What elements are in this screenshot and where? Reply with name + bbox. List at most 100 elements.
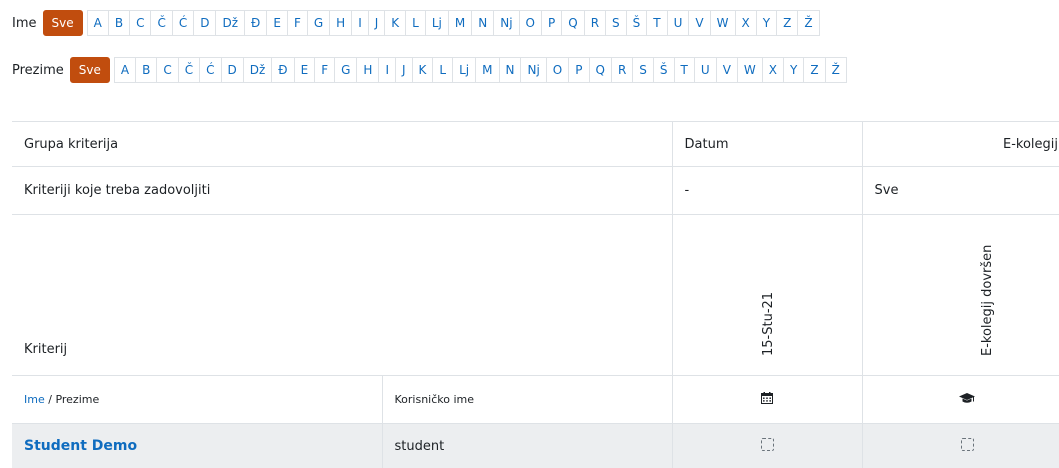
group-course-header: E-kolegij [862, 122, 1059, 167]
sort-first-name-link[interactable]: Ime [24, 393, 45, 406]
first-name-letter-button[interactable]: Y [757, 10, 777, 36]
last-name-letter-button[interactable]: Z [804, 57, 825, 83]
last-name-letter-button[interactable]: E [295, 57, 316, 83]
first-name-letter-group: Sve ABCČĆDDžĐEFGHIJKLLjMNNjOPQRSŠTUVWXYZ… [43, 10, 820, 36]
last-name-letter-button[interactable]: Ž [826, 57, 847, 83]
last-name-letter-button[interactable]: C [157, 57, 178, 83]
first-name-letter-button[interactable]: R [585, 10, 606, 36]
criterion-date-label: 15-Stu-21 [761, 292, 776, 356]
last-name-letter-button[interactable]: Lj [453, 57, 476, 83]
first-name-letter-button[interactable]: Ć [173, 10, 194, 36]
first-name-initials-bar: Ime Sve ABCČĆDDžĐEFGHIJKLLjMNNjOPQRSŠTUV… [12, 10, 820, 36]
first-name-letter-button[interactable]: U [668, 10, 690, 36]
first-name-letter-button[interactable]: T [647, 10, 667, 36]
first-name-letter-button[interactable]: P [542, 10, 562, 36]
username-column-header: Korisničko ime [382, 376, 672, 424]
criterion-date-cell: 15-Stu-21 [672, 215, 862, 376]
last-name-all-button[interactable]: Sve [70, 57, 110, 83]
required-criteria-label: Kriteriji koje treba zadovoljiti [12, 167, 672, 215]
criteria-group-label: Grupa kriterija [12, 122, 672, 167]
criterion-label: Kriterij [12, 215, 672, 376]
first-name-letter-button[interactable]: G [308, 10, 330, 36]
last-name-letter-button[interactable]: T [675, 57, 695, 83]
completion-table: Grupa kriterija Datum E-kolegij Kriterij… [12, 121, 1059, 468]
last-name-letter-button[interactable]: S [633, 57, 654, 83]
course-completion-checkbox-icon[interactable] [961, 438, 974, 451]
last-name-letter-button[interactable]: W [738, 57, 763, 83]
last-name-letter-button[interactable]: O [547, 57, 569, 83]
first-name-letter-button[interactable]: A [87, 10, 109, 36]
last-name-letter-button[interactable]: X [763, 57, 784, 83]
last-name-letter-button[interactable]: I [379, 57, 396, 83]
first-name-all-button[interactable]: Sve [43, 10, 83, 36]
last-name-letter-button[interactable]: Đ [272, 57, 294, 83]
first-name-letter-button[interactable]: Q [562, 10, 584, 36]
last-name-letter-button[interactable]: N [500, 57, 522, 83]
course-criterion-header [862, 376, 1059, 424]
criterion-row: Kriterij 15-Stu-21 E-kolegij dovršen [12, 215, 1059, 376]
date-criterion-header [672, 376, 862, 424]
first-name-letter-button[interactable]: X [736, 10, 757, 36]
first-name-letter-button[interactable]: W [711, 10, 736, 36]
last-name-letter-button[interactable]: Q [590, 57, 612, 83]
calendar-icon [761, 392, 773, 408]
last-name-letter-button[interactable]: A [114, 57, 136, 83]
first-name-letter-button[interactable]: Š [627, 10, 648, 36]
date-completion-checkbox-icon[interactable] [761, 438, 774, 451]
first-name-letter-button[interactable]: F [288, 10, 308, 36]
last-name-letter-button[interactable]: D [222, 57, 244, 83]
sort-last-name-link[interactable]: Prezime [55, 393, 99, 406]
last-name-letter-button[interactable]: Nj [521, 57, 546, 83]
first-name-letter-button[interactable]: S [606, 10, 627, 36]
first-name-letter-button[interactable]: J [369, 10, 386, 36]
name-header-separator: / [45, 393, 56, 406]
last-name-letter-button[interactable]: G [335, 57, 357, 83]
column-header-row: Ime / Prezime Korisničko ime [12, 376, 1059, 424]
required-course-value: Sve [862, 167, 1059, 215]
first-name-letter-button[interactable]: Ž [798, 10, 819, 36]
last-name-letter-button[interactable]: H [357, 57, 379, 83]
graduation-cap-icon [959, 392, 975, 408]
first-name-letter-button[interactable]: B [109, 10, 130, 36]
criterion-course-label: E-kolegij dovršen [980, 245, 995, 356]
student-name-link[interactable]: Student Demo [24, 438, 137, 454]
first-name-letter-button[interactable]: E [267, 10, 288, 36]
first-name-letter-button[interactable]: N [472, 10, 494, 36]
last-name-letter-button[interactable]: B [136, 57, 157, 83]
last-name-initials-bar: Prezime Sve ABCČĆDDžĐEFGHIJKLLjMNNjOPQRS… [12, 57, 847, 83]
first-name-letter-button[interactable]: I [352, 10, 369, 36]
last-name-letter-button[interactable]: J [396, 57, 413, 83]
last-name-letter-button[interactable]: R [612, 57, 633, 83]
first-name-letter-button[interactable]: L [406, 10, 426, 36]
first-name-letter-button[interactable]: V [689, 10, 710, 36]
last-name-letter-button[interactable]: Š [654, 57, 675, 83]
first-name-letter-button[interactable]: K [385, 10, 406, 36]
first-name-letter-button[interactable]: Č [151, 10, 172, 36]
criterion-course-cell: E-kolegij dovršen [862, 215, 1059, 376]
last-name-letter-button[interactable]: Č [179, 57, 200, 83]
last-name-letter-button[interactable]: Ć [200, 57, 221, 83]
first-name-letter-button[interactable]: Đ [245, 10, 267, 36]
required-criteria-row: Kriteriji koje treba zadovoljiti - Sve [12, 167, 1059, 215]
group-date-header: Datum [672, 122, 862, 167]
last-name-letter-button[interactable]: M [476, 57, 499, 83]
last-name-letter-button[interactable]: Y [784, 57, 804, 83]
last-name-letter-button[interactable]: L [433, 57, 453, 83]
first-name-letter-button[interactable]: C [130, 10, 151, 36]
first-name-letter-button[interactable]: Dž [216, 10, 245, 36]
first-name-letter-button[interactable]: H [330, 10, 352, 36]
first-name-letter-button[interactable]: D [194, 10, 216, 36]
last-name-letter-button[interactable]: Dž [244, 57, 273, 83]
first-name-letter-button[interactable]: Lj [426, 10, 449, 36]
first-name-letter-button[interactable]: Nj [494, 10, 519, 36]
first-name-letter-button[interactable]: O [520, 10, 542, 36]
first-name-letter-button[interactable]: M [449, 10, 472, 36]
last-name-letter-button[interactable]: U [695, 57, 717, 83]
name-column-header: Ime / Prezime [12, 376, 382, 424]
last-name-letter-group: Sve ABCČĆDDžĐEFGHIJKLLjMNNjOPQRSŠTUVWXYZ… [70, 57, 847, 83]
last-name-letter-button[interactable]: V [717, 57, 738, 83]
last-name-letter-button[interactable]: K [413, 57, 434, 83]
last-name-letter-button[interactable]: P [569, 57, 589, 83]
first-name-letter-button[interactable]: Z [777, 10, 798, 36]
last-name-letter-button[interactable]: F [315, 57, 335, 83]
